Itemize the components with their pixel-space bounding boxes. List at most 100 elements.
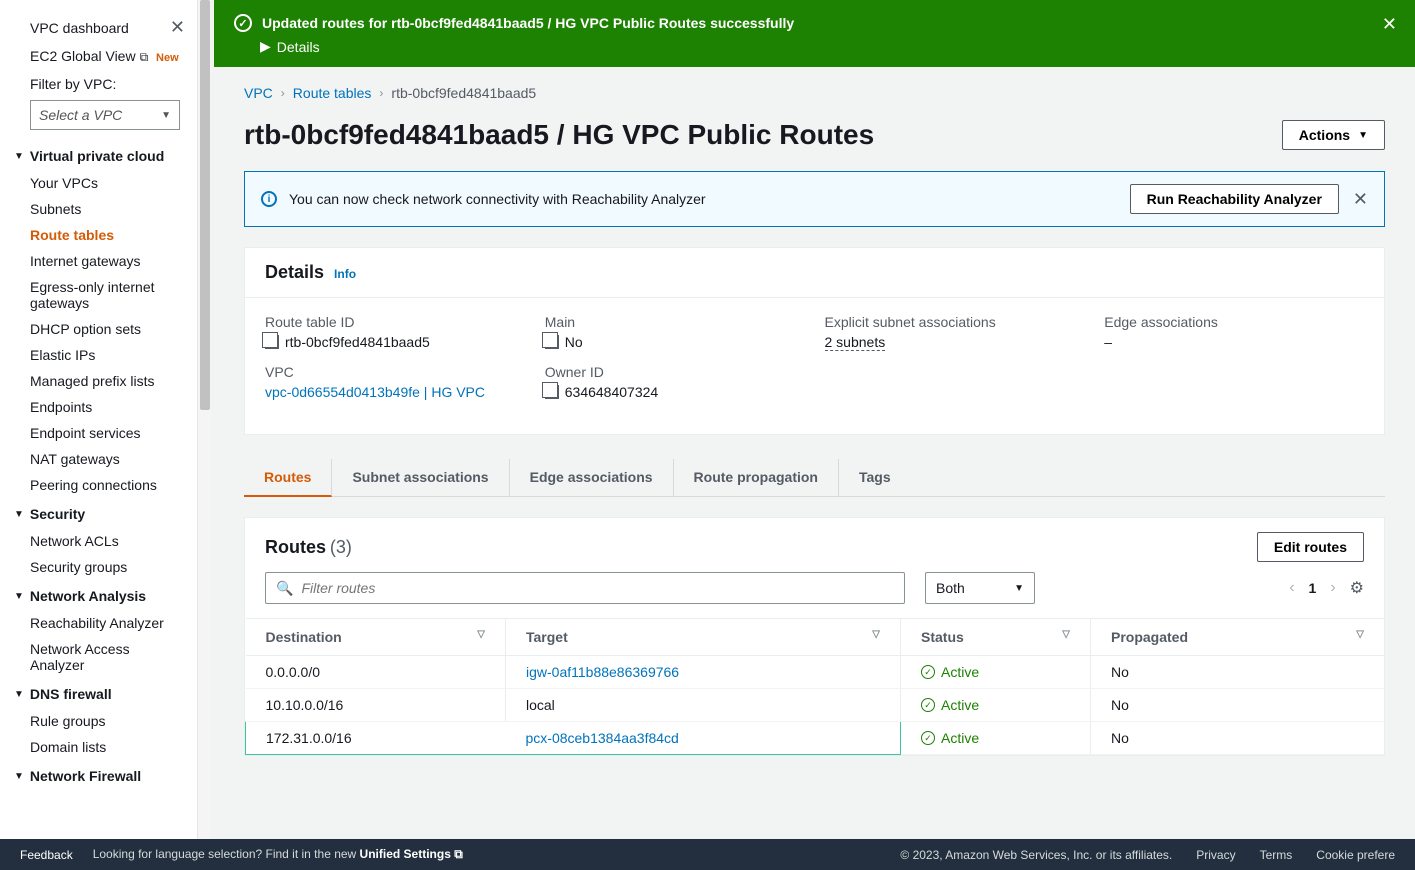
sidebar-item-domain-lists[interactable]: Domain lists [0,734,199,760]
routes-panel: Routes (3) Edit routes 🔍 Both▼ ‹ 1 › ⚙ [244,517,1385,756]
cookie-preferences-link[interactable]: Cookie prefere [1316,848,1395,862]
col-propagated[interactable]: Propagated▽ [1091,619,1385,656]
subnet-assoc-label: Explicit subnet associations [825,314,1085,330]
col-status[interactable]: Status▽ [901,619,1091,656]
close-icon[interactable]: ✕ [1382,14,1397,35]
info-icon: i [261,191,277,207]
tab-tags[interactable]: Tags [839,459,911,496]
cell-target: local [506,689,901,722]
sidebar-item-dhcp-option-sets[interactable]: DHCP option sets [0,316,199,342]
sidebar-section-dns-firewall[interactable]: ▼DNS firewall [0,678,199,708]
sidebar-item-elastic-ips[interactable]: Elastic IPs [0,342,199,368]
tab-edge-associations[interactable]: Edge associations [510,459,674,496]
breadcrumb-route-tables[interactable]: Route tables [293,85,372,101]
copy-icon[interactable] [265,335,279,349]
filter-by-vpc-label: Filter by VPC: [0,70,199,96]
unified-settings-link[interactable]: Unified Settings ⧉ [360,847,463,861]
sidebar-item-rule-groups[interactable]: Rule groups [0,708,199,734]
terms-link[interactable]: Terms [1260,848,1293,862]
filter-routes-field[interactable] [301,580,894,596]
flash-message: Updated routes for rtb-0bcf9fed4841baad5… [262,15,794,31]
success-check-icon: ✓ [921,665,935,679]
col-destination[interactable]: Destination▽ [246,619,506,656]
sidebar-item-route-tables[interactable]: Route tables [0,222,199,248]
next-page-button[interactable]: › [1330,579,1335,597]
breadcrumb-vpc[interactable]: VPC [244,85,273,101]
main-content: ✓ Updated routes for rtb-0bcf9fed4841baa… [214,0,1415,839]
success-check-icon: ✓ [921,731,935,745]
cell-destination: 10.10.0.0/16 [246,689,506,722]
caret-down-icon: ▼ [14,771,24,782]
filter-routes-input[interactable]: 🔍 [265,572,905,604]
external-link-icon: ⧉ [140,50,149,64]
tab-routes[interactable]: Routes [244,459,332,497]
sidebar-scrollbar[interactable] [197,0,211,839]
sidebar-item-network-access-analyzer[interactable]: Network Access Analyzer [0,636,199,678]
sidebar-item-your-vpcs[interactable]: Your VPCs [0,170,199,196]
chevron-down-icon: ▼ [161,110,171,121]
subnet-assoc-link[interactable]: 2 subnets [825,334,886,351]
search-icon: 🔍 [276,580,293,597]
success-check-icon: ✓ [921,698,935,712]
privacy-link[interactable]: Privacy [1196,848,1235,862]
edit-routes-button[interactable]: Edit routes [1257,532,1364,562]
col-target[interactable]: Target▽ [506,619,901,656]
caret-down-icon: ▼ [14,689,24,700]
status-badge: ✓Active [921,697,1070,713]
chevron-right-icon: › [379,86,383,100]
sidebar-item-egress-only-gateways[interactable]: Egress-only internet gateways [0,274,199,316]
main-label: Main [545,314,805,330]
propagated-filter-select[interactable]: Both▼ [925,572,1035,604]
sidebar-item-network-acls[interactable]: Network ACLs [0,528,199,554]
sidebar-item-peering-connections[interactable]: Peering connections [0,472,199,498]
filter-vpc-select[interactable]: Select a VPC▼ [30,100,180,130]
sidebar-item-endpoint-services[interactable]: Endpoint services [0,420,199,446]
reachability-info-banner: i You can now check network connectivity… [244,171,1385,227]
info-banner-text: You can now check network connectivity w… [289,191,706,207]
sidebar-item-subnets[interactable]: Subnets [0,196,199,222]
actions-button[interactable]: Actions▼ [1282,120,1385,150]
table-row[interactable]: 0.0.0.0/0 igw-0af11b88e86369766 ✓Active … [246,656,1385,689]
gear-icon[interactable]: ⚙ [1350,578,1364,598]
sidebar-item-managed-prefix-lists[interactable]: Managed prefix lists [0,368,199,394]
page-title: rtb-0bcf9fed4841baad5 / HG VPC Public Ro… [244,119,874,151]
sidebar-section-security[interactable]: ▼Security [0,498,199,528]
close-icon[interactable]: ✕ [170,17,185,38]
edge-assoc-label: Edge associations [1104,314,1364,330]
copy-icon[interactable] [545,335,559,349]
sidebar-section-network-analysis[interactable]: ▼Network Analysis [0,580,199,610]
copy-icon[interactable] [545,385,559,399]
cell-target-link[interactable]: igw-0af11b88e86369766 [526,664,679,680]
sidebar-item-nat-gateways[interactable]: NAT gateways [0,446,199,472]
sidebar-item-security-groups[interactable]: Security groups [0,554,199,580]
caret-down-icon: ▼ [14,509,24,520]
sort-icon: ▽ [477,629,485,640]
tab-route-propagation[interactable]: Route propagation [674,459,839,496]
page-number: 1 [1309,580,1317,596]
sort-icon: ▽ [872,629,880,640]
table-row[interactable]: 10.10.0.0/16 local ✓Active No [246,689,1385,722]
run-reachability-analyzer-button[interactable]: Run Reachability Analyzer [1130,184,1339,214]
info-link[interactable]: Info [334,267,356,281]
close-icon[interactable]: ✕ [1353,189,1368,210]
flash-details-toggle[interactable]: ▶ Details [234,38,1395,55]
sidebar-item-vpc-dashboard[interactable]: VPC dashboard [30,20,129,36]
status-badge: ✓Active [921,664,1070,680]
tab-subnet-associations[interactable]: Subnet associations [332,459,509,496]
cell-target-link[interactable]: pcx-08ceb1384aa3f84cd [526,730,679,746]
vpc-link[interactable]: vpc-0d66554d0413b49fe | HG VPC [265,384,485,400]
sidebar-section-vpc[interactable]: ▼Virtual private cloud [0,140,199,170]
breadcrumb: VPC › Route tables › rtb-0bcf9fed4841baa… [244,85,1385,101]
sidebar-item-reachability-analyzer[interactable]: Reachability Analyzer [0,610,199,636]
feedback-link[interactable]: Feedback [20,848,73,862]
chevron-right-icon: › [281,86,285,100]
status-badge: ✓Active [921,730,1070,746]
sidebar-item-internet-gateways[interactable]: Internet gateways [0,248,199,274]
sidebar-item-endpoints[interactable]: Endpoints [0,394,199,420]
table-row[interactable]: 172.31.0.0/16 pcx-08ceb1384aa3f84cd ✓Act… [246,722,1385,755]
edge-assoc-value: – [1104,334,1364,350]
sidebar-item-ec2-global-view[interactable]: EC2 Global View⧉ New [0,43,199,70]
cell-destination: 0.0.0.0/0 [246,656,506,689]
prev-page-button[interactable]: ‹ [1289,579,1294,597]
sidebar-section-network-firewall[interactable]: ▼Network Firewall [0,760,199,790]
